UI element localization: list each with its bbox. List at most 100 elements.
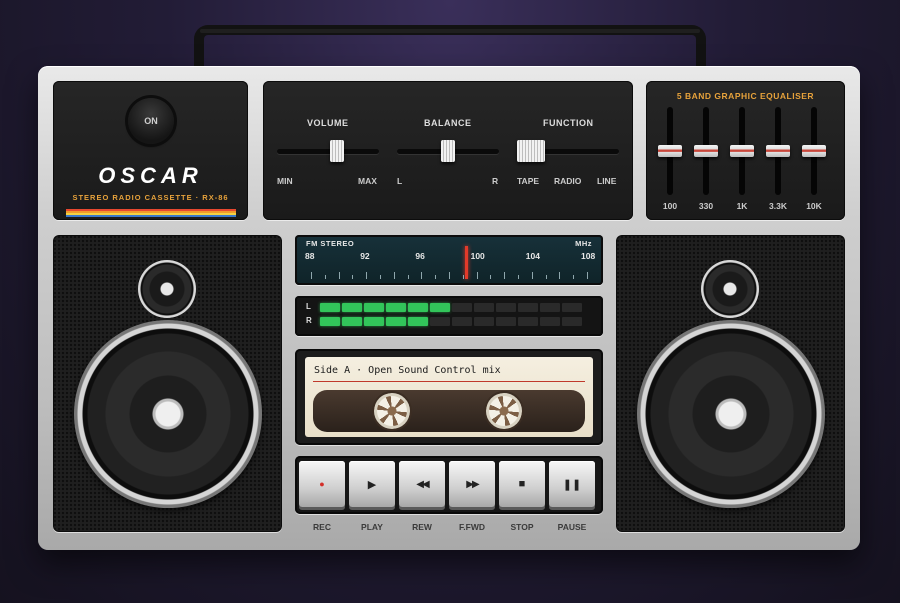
pause-button[interactable]: ❚❚	[549, 461, 595, 507]
vu-channel-label: L	[306, 302, 311, 311]
vu-segment	[386, 317, 406, 326]
tuner-tick	[393, 272, 395, 279]
vu-segment	[452, 303, 472, 312]
rec-button[interactable]: ●	[299, 461, 345, 507]
function-option-radio[interactable]: RADIO	[554, 176, 581, 186]
brand-stripes	[66, 209, 236, 217]
tuner-unit-label: MHz	[575, 239, 592, 248]
eq-band-slider[interactable]	[694, 145, 718, 157]
vu-segment	[518, 303, 538, 312]
tuner-frequency-label: 108	[581, 251, 596, 261]
transport-controls: ● ▶ ◀◀ ▶▶ ■ ❚❚	[295, 456, 603, 514]
record-icon: ●	[319, 479, 325, 489]
tuner-tick	[518, 275, 519, 279]
tuner-frequency-label: 88	[305, 251, 315, 261]
vu-channel-row	[320, 303, 582, 312]
tuner-tick	[338, 272, 340, 279]
tuner-tick	[324, 275, 326, 279]
tuner-needle[interactable]	[464, 246, 468, 279]
vu-segment	[320, 317, 340, 326]
vu-segment	[320, 303, 340, 312]
ffwd-button[interactable]: ▶▶	[449, 461, 495, 507]
cassette-label-line	[313, 381, 585, 382]
vu-segment	[540, 317, 560, 326]
left-reel-icon	[374, 393, 410, 429]
stop-label: STOP	[510, 522, 534, 532]
rec-label: REC	[313, 522, 331, 532]
balance-title: BALANCE	[424, 118, 472, 128]
eq-band-label: 100	[662, 201, 678, 211]
eq-band-slider[interactable]	[730, 145, 754, 157]
power-button[interactable]: ON	[128, 98, 174, 144]
tuner-tick	[559, 272, 561, 279]
eq-band-label: 330	[698, 201, 714, 211]
rew-button[interactable]: ◀◀	[399, 461, 445, 507]
vu-segment	[474, 317, 494, 326]
play-button[interactable]: ▶	[349, 461, 395, 507]
stop-icon: ■	[518, 478, 526, 490]
vu-segment	[430, 317, 450, 326]
function-option-tape[interactable]: TAPE	[517, 176, 539, 186]
vu-segment	[364, 317, 384, 326]
eq-band-slider[interactable]	[658, 145, 682, 157]
eq-band-slider[interactable]	[766, 145, 790, 157]
eq-band-slider[interactable]	[802, 145, 826, 157]
equalizer-title: 5 BAND GRAPHIC EQUALISER	[676, 91, 815, 101]
tuner-frequency-label: 96	[415, 251, 425, 261]
tuner-tick	[366, 272, 368, 279]
eq-band-label: 1K	[736, 201, 748, 211]
vu-segment	[496, 303, 516, 312]
right-reel-icon	[486, 393, 522, 429]
tuner-tick	[435, 275, 437, 279]
vu-channel-row	[320, 317, 582, 326]
function-switch[interactable]	[517, 140, 545, 162]
eq-band-label: 3.3K	[769, 201, 787, 211]
tuner-tick	[587, 272, 588, 279]
ffwd-label: F.FWD	[459, 522, 485, 532]
vu-segment	[496, 317, 516, 326]
vu-segment	[408, 317, 428, 326]
equalizer-panel: 5 BAND GRAPHIC EQUALISER 100 330 1K 3.3K 10K	[646, 81, 845, 220]
cassette-window	[313, 390, 585, 432]
volume-min-label: MIN	[277, 176, 293, 186]
tuner-tick	[573, 275, 575, 279]
boombox-body: ON OSCAR STEREO RADIO CASSETTE · RX-86 V…	[38, 66, 860, 550]
right-tweeter	[701, 260, 759, 318]
brand-subtitle: STEREO RADIO CASSETTE · RX-86	[72, 193, 229, 202]
vu-segment	[474, 303, 494, 312]
tuner-tick	[462, 275, 464, 279]
tuner-frequency-label: 100	[470, 251, 485, 261]
tuner-tick	[449, 272, 450, 279]
brand-panel: ON OSCAR STEREO RADIO CASSETTE · RX-86	[53, 81, 248, 220]
tuner-tick	[504, 272, 506, 279]
play-label: PLAY	[361, 522, 383, 532]
stop-button[interactable]: ■	[499, 461, 545, 507]
cassette-tape[interactable]: Side A · Open Sound Control mix	[305, 357, 593, 437]
vu-segment	[430, 303, 450, 312]
fast-forward-icon: ▶▶	[466, 478, 479, 490]
brand-name: OSCAR	[98, 163, 203, 188]
vu-segment	[562, 303, 582, 312]
vu-segment	[408, 303, 428, 312]
volume-slider[interactable]	[329, 140, 344, 162]
eq-band-label: 10K	[806, 201, 822, 211]
tuner-tick	[380, 275, 381, 279]
function-option-line[interactable]: LINE	[597, 176, 616, 186]
balance-slider[interactable]	[441, 140, 455, 162]
volume-max-label: MAX	[358, 176, 377, 186]
tuner-frequency-label: 104	[525, 251, 540, 261]
tuner-tick	[490, 275, 492, 279]
vu-segment	[386, 303, 406, 312]
radio-tuner[interactable]: FM STEREO MHz 88 92 96 100 104 108	[295, 235, 603, 285]
vu-channel-label: R	[306, 316, 312, 325]
vu-segment	[518, 317, 538, 326]
right-speaker	[616, 235, 845, 532]
tuner-tick	[407, 275, 409, 279]
tuner-tick	[531, 272, 533, 279]
volume-title: VOLUME	[307, 118, 349, 128]
volume-track[interactable]	[277, 149, 379, 154]
balance-left-label: L	[397, 176, 403, 186]
tuner-tick	[311, 272, 312, 279]
tuner-tick	[476, 272, 478, 279]
cassette-deck: Side A · Open Sound Control mix	[295, 349, 603, 445]
